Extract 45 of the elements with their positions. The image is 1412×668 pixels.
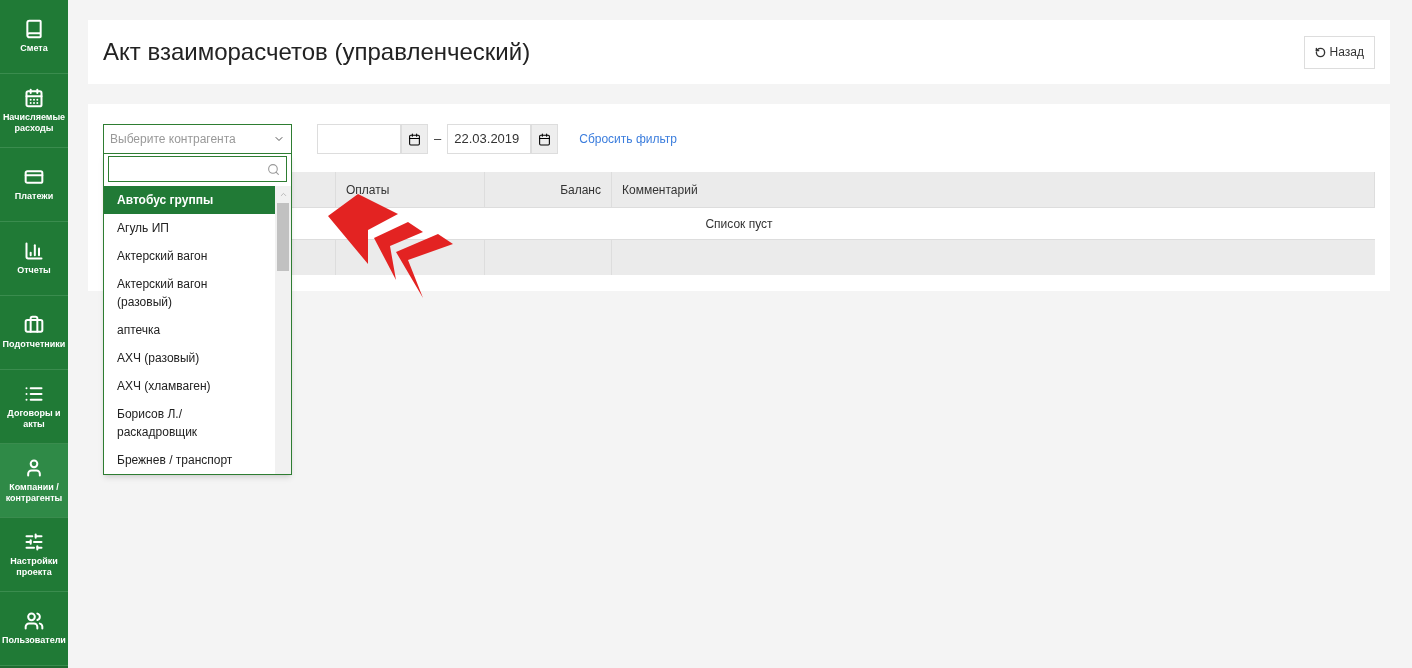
dropdown-option[interactable]: АХЧ (хламваген) (104, 372, 275, 400)
dropdown-option[interactable]: Агуль ИП (104, 214, 275, 242)
user-icon (24, 457, 44, 478)
dropdown-option[interactable]: АХЧ (разовый) (104, 344, 275, 372)
scrollbar-thumb[interactable] (277, 203, 289, 271)
column-header: Баланс (485, 172, 612, 207)
search-icon (267, 162, 280, 176)
book-icon (24, 19, 44, 39)
users-icon (24, 611, 44, 631)
dropdown-search-field[interactable] (108, 156, 287, 182)
column-header: Комментарий (612, 172, 1375, 207)
undo-icon (1314, 46, 1326, 58)
sidebar-item[interactable]: Пользователи (0, 592, 68, 666)
calendar-icon (538, 132, 552, 146)
card-icon (24, 167, 44, 187)
page-title: Акт взаиморасчетов (управленческий) (103, 37, 531, 67)
dropdown-option[interactable]: Борисов Л./ раскадровщик (104, 400, 275, 446)
sidebar-item[interactable]: Компании / контрагенты (0, 444, 68, 518)
calendar-icon (408, 132, 421, 146)
date-to-field[interactable]: 22.03.2019 (447, 124, 532, 154)
bar-chart-icon (24, 241, 44, 261)
dropdown-option[interactable]: Автобус группы (104, 186, 275, 214)
briefcase-icon (24, 315, 44, 335)
sidebar-item[interactable]: Настройки проекта (0, 518, 68, 592)
empty-message: Список пуст (705, 215, 773, 233)
reset-filter-link[interactable]: Сбросить фильтр (579, 130, 677, 148)
scroll-up-icon (278, 190, 288, 199)
calendar-button[interactable] (531, 124, 559, 154)
date-from-field[interactable] (317, 124, 401, 154)
date-dash: – (434, 130, 442, 149)
dropdown-option[interactable]: аптечка (104, 316, 275, 344)
sidebar-item[interactable]: Подотчетники (0, 296, 68, 370)
calendar-button[interactable] (401, 124, 428, 154)
calendar-icon (24, 87, 44, 108)
dropdown-option[interactable]: Актерский вагон (разовый) (104, 270, 275, 316)
sidebar-item[interactable]: Смета (0, 0, 68, 74)
sidebar-item[interactable]: Платежи (0, 148, 68, 222)
sidebar-item[interactable]: Начисляемые расходы (0, 74, 68, 148)
sidebar-item[interactable]: Договоры и акты (0, 370, 68, 444)
sliders-icon (24, 531, 44, 552)
back-button[interactable]: Назад (1303, 35, 1375, 69)
sidebar-item[interactable]: Отчеты (0, 222, 68, 296)
dropdown-option[interactable]: Актерский вагон (104, 242, 275, 270)
dropdown-option[interactable]: Брежнев / транспорт (104, 446, 275, 474)
scrollbar[interactable] (275, 186, 291, 474)
